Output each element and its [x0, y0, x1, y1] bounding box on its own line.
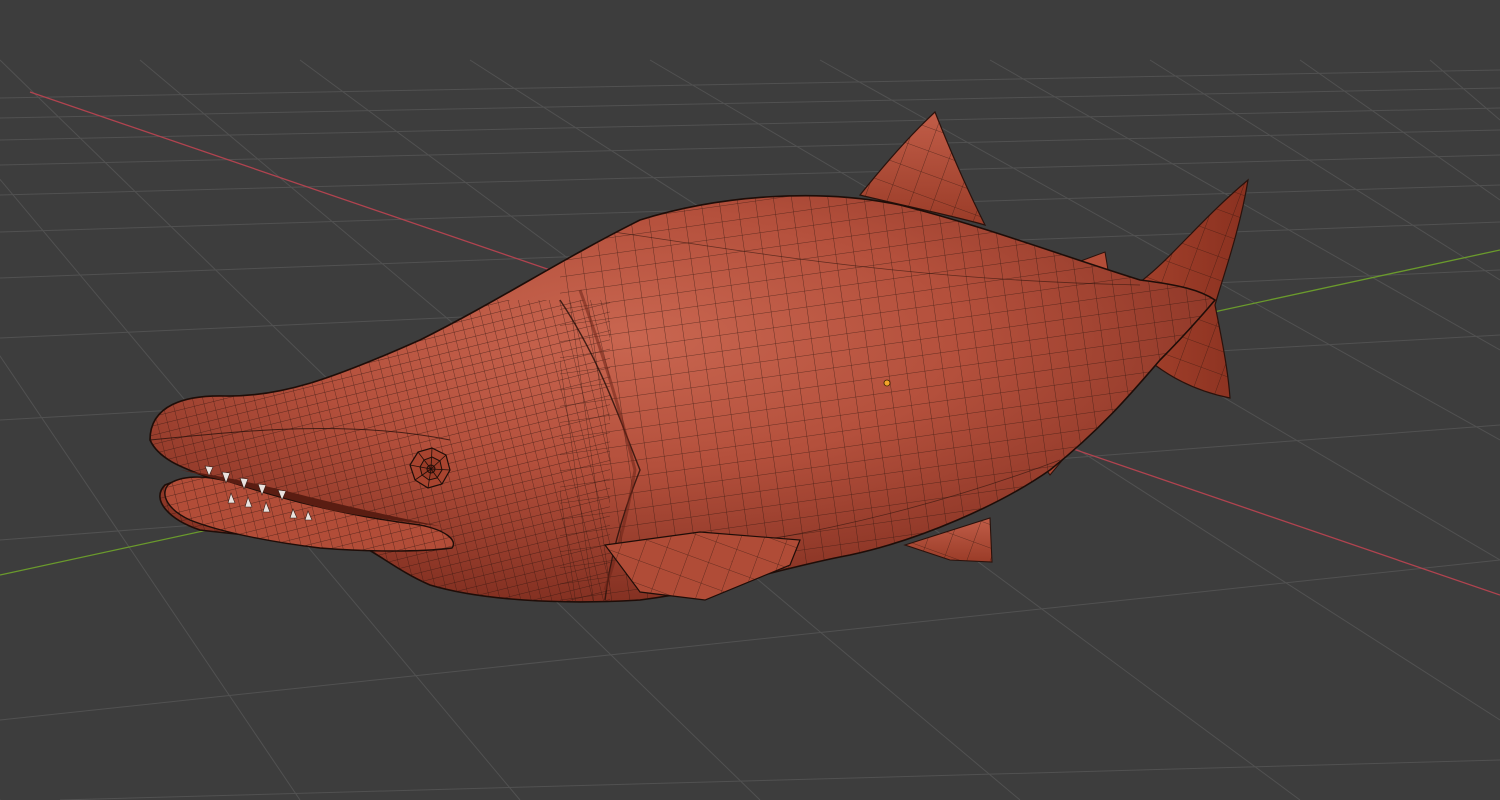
salmon-mesh[interactable] — [140, 110, 1260, 620]
viewport-canvas[interactable] — [0, 0, 1500, 800]
object-origin[interactable] — [883, 379, 891, 387]
3d-viewport[interactable] — [0, 0, 1500, 800]
